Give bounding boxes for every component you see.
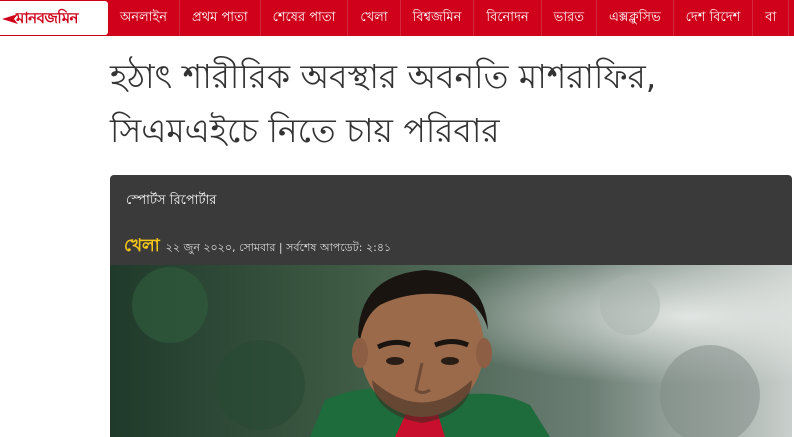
nav-item-world[interactable]: বিশ্বজমিন	[401, 0, 475, 36]
nav-item-exclusive[interactable]: এক্সক্লুসিভ	[597, 0, 674, 36]
page: মানবজমিন অনলাইন প্রথম পাতা শেষের পাতা খে…	[0, 0, 794, 437]
publish-date: ২২ জুন ২০২০, সোমবার | সর্বশেষ আপডেট: ২:৪…	[165, 241, 392, 254]
headline-line-2: সিএমএইচে নিতে চায় পরিবার	[110, 111, 500, 150]
category-link[interactable]: খেলা	[124, 233, 160, 261]
nav-item-home-abroad[interactable]: দেশ বিদেশ	[674, 0, 754, 36]
headline-line-1: হঠাৎ শারীরিক অবস্থার অবনতি মাশরাফির,	[110, 57, 657, 96]
nav-item-more[interactable]: বা	[753, 0, 790, 36]
logo-text: মানবজমিন	[16, 9, 78, 27]
nav-item-last-page[interactable]: শেষের পাতা	[261, 0, 349, 36]
photo-player-image	[110, 265, 792, 437]
article-headline: হঠাৎ শারীরিক অবস্থার অবনতি মাশরাফির, সিএ…	[110, 50, 790, 158]
nav-menu: অনলাইন প্রথম পাতা শেষের পাতা খেলা বিশ্বজ…	[108, 0, 790, 36]
article-photo	[110, 265, 792, 437]
nav-item-online[interactable]: অনলাইন	[108, 0, 180, 36]
nav-item-sports[interactable]: খেলা	[348, 0, 401, 36]
top-navbar: মানবজমিন অনলাইন প্রথম পাতা শেষের পাতা খে…	[0, 0, 794, 36]
site-logo[interactable]: মানবজমিন	[0, 1, 108, 35]
nav-item-entertainment[interactable]: বিনোদন	[474, 0, 542, 36]
nav-item-india[interactable]: ভারত	[542, 0, 598, 36]
article-meta-box: স্পোর্টস রিপোর্টার খেলা ২২ জুন ২০২০, সোম…	[110, 175, 792, 265]
nav-item-first-page[interactable]: প্রথম পাতা	[180, 0, 261, 36]
meta-line: খেলা ২২ জুন ২০২০, সোমবার | সর্বশেষ আপডেট…	[124, 233, 391, 261]
reporter-name: স্পোর্টস রিপোর্টার	[126, 193, 217, 208]
